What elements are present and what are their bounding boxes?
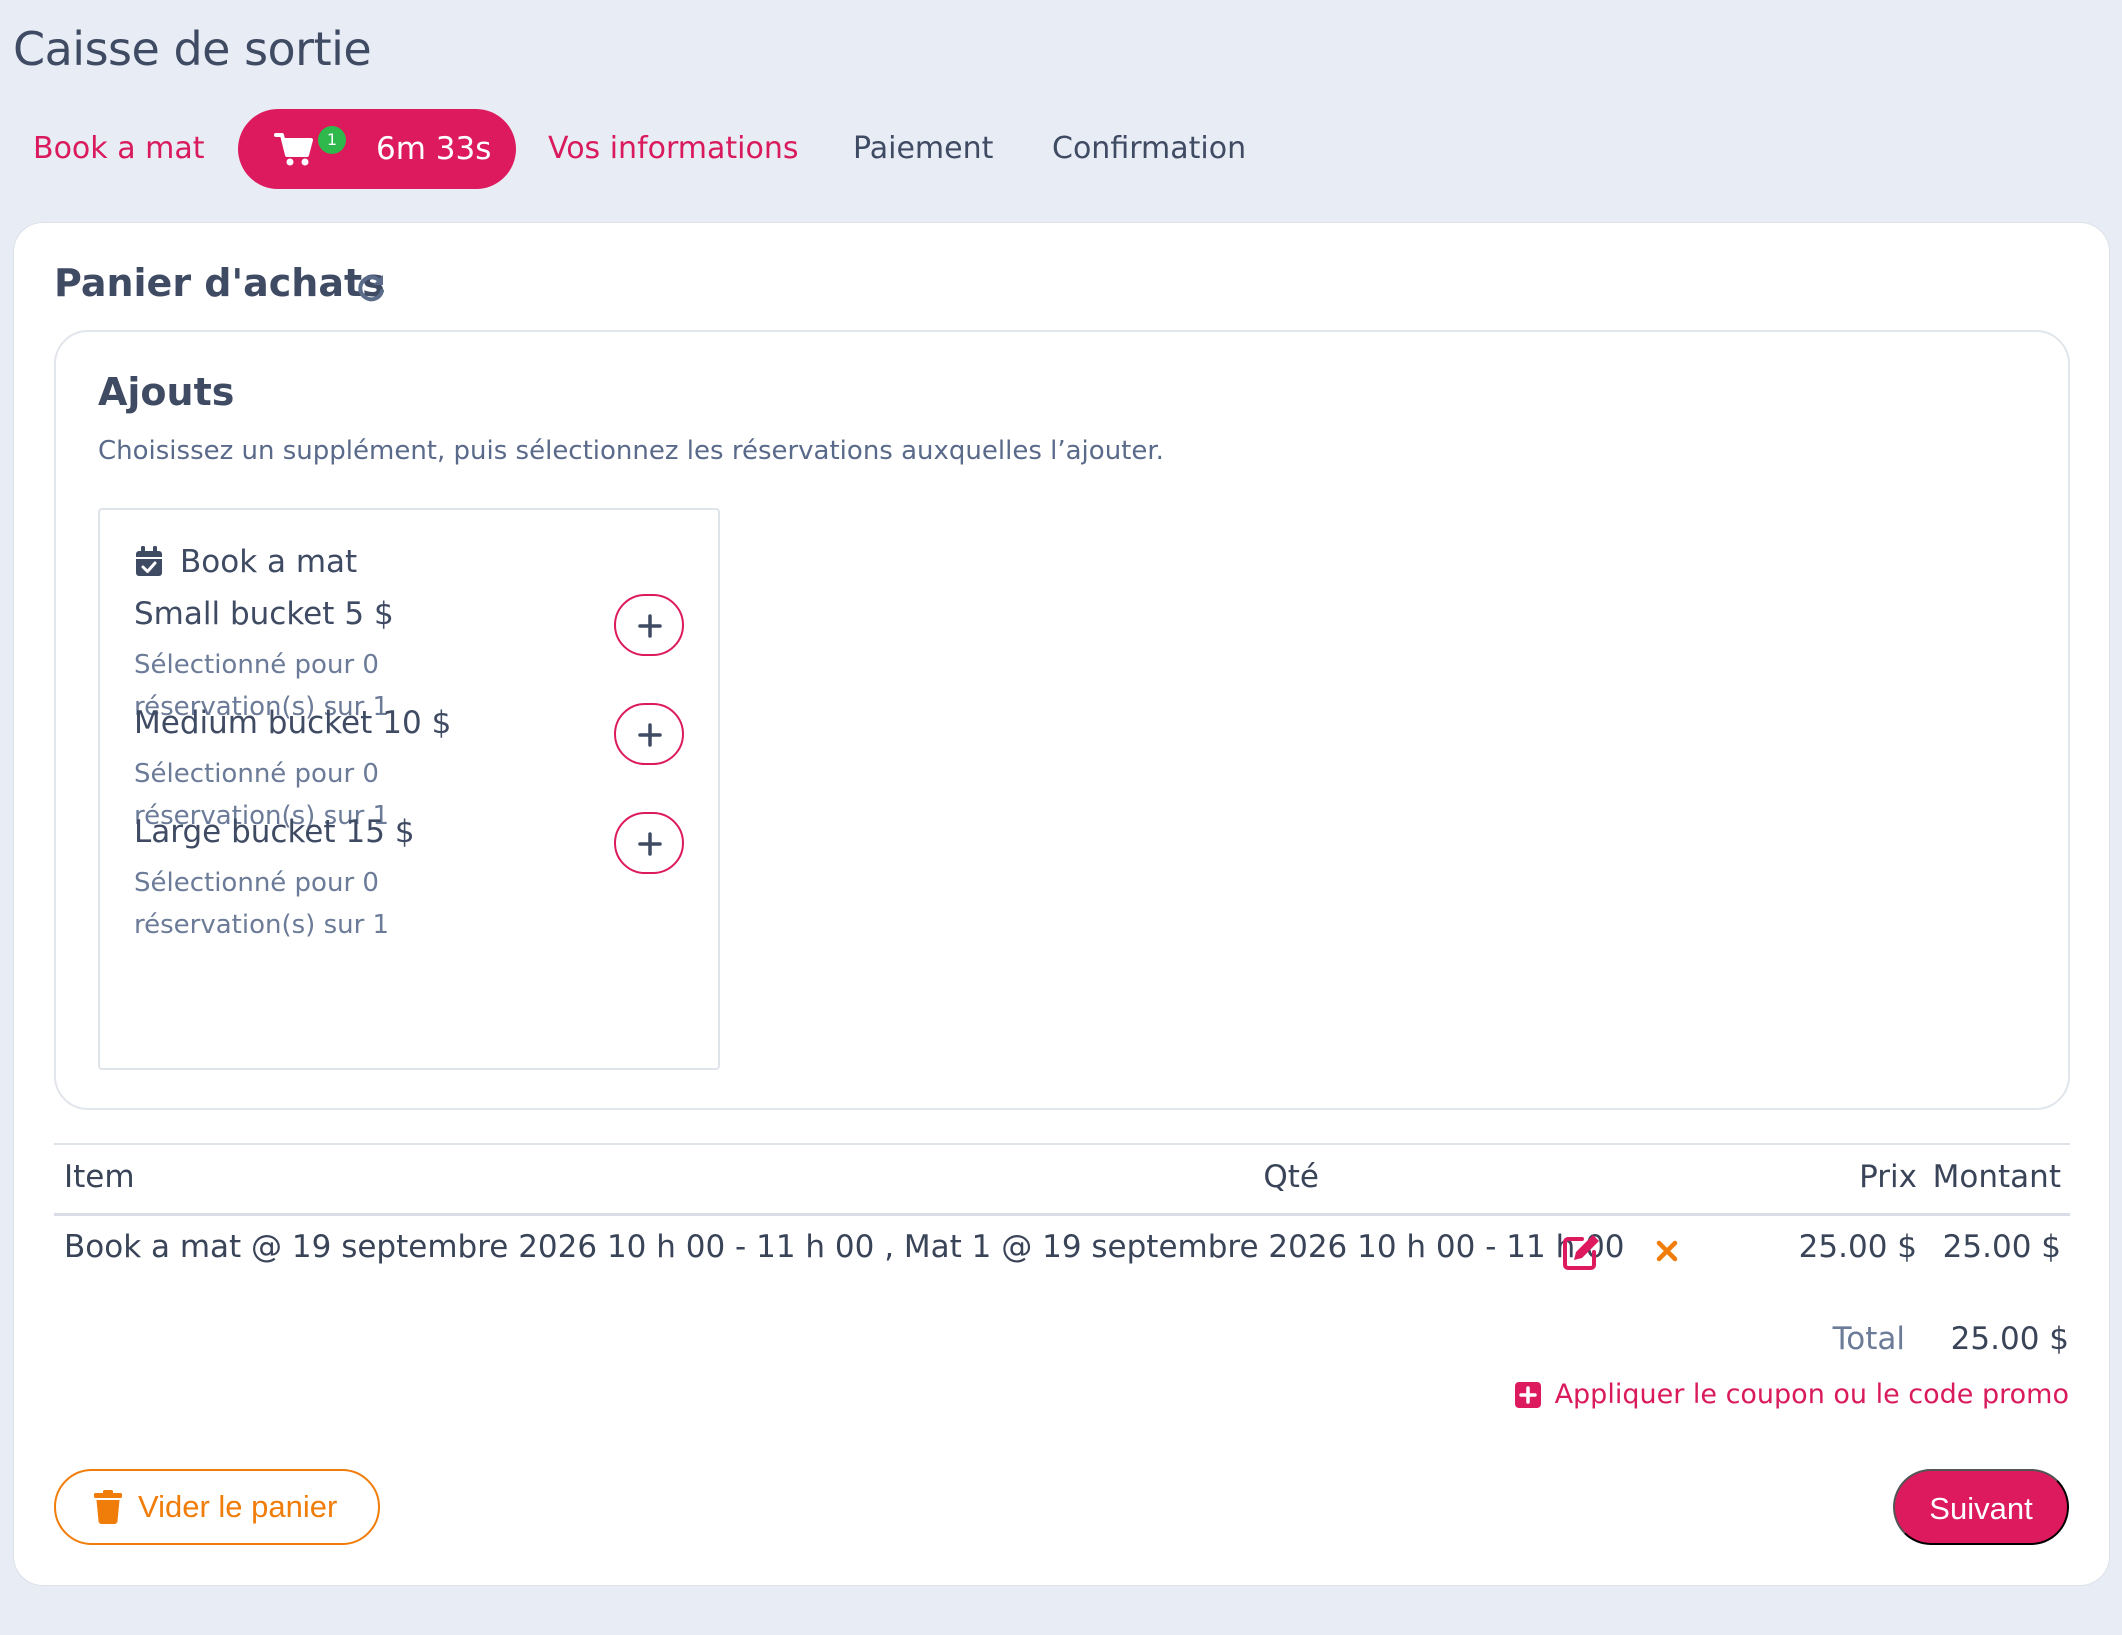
addon-name: Medium bucket 10 $: [134, 705, 451, 741]
plus-icon: [638, 832, 662, 856]
close-icon[interactable]: [1654, 1238, 1680, 1264]
addon-label: Medium bucket: [134, 705, 373, 741]
addon-name: Small bucket 5 $: [134, 596, 394, 632]
clear-cart-label: Vider le panier: [138, 1489, 338, 1524]
next-button[interactable]: Suivant: [1893, 1469, 2069, 1545]
edit-icon[interactable]: [1562, 1233, 1602, 1271]
apply-coupon-label: Appliquer le coupon ou le code promo: [1554, 1379, 2069, 1410]
page-title: Caisse de sortie: [13, 22, 372, 76]
addons-title: Ajouts: [98, 370, 235, 414]
addons-panel: Ajouts Choisissez un supplément, puis sé…: [54, 330, 2070, 1110]
clear-cart-button[interactable]: Vider le panier: [54, 1469, 380, 1545]
cart-timer: 6m 33s: [376, 131, 492, 167]
cart-item-amount: 25.00 $: [1942, 1229, 2061, 1265]
total-label: Total: [1832, 1321, 1905, 1357]
addon-selection-status: Sélectionné pour 0 réservation(s) sur 1: [134, 868, 390, 940]
addon-product-name: Book a mat: [180, 544, 358, 580]
cart-count-badge: 1: [318, 126, 346, 154]
addons-hint: Choisissez un supplément, puis sélection…: [98, 436, 1164, 466]
plus-square-icon: [1514, 1381, 1541, 1408]
step-book-a-mat[interactable]: Book a mat: [33, 109, 205, 189]
add-small-bucket-button[interactable]: [614, 594, 684, 656]
step-vos-informations[interactable]: Vos informations: [548, 109, 799, 189]
table-header-divider: [54, 1213, 2070, 1216]
addon-price: 15 $: [345, 814, 415, 850]
refresh-icon[interactable]: [354, 271, 388, 305]
table-top-divider: [54, 1143, 2070, 1145]
shopping-cart-icon: [274, 133, 313, 166]
addon-price: 10 $: [382, 705, 452, 741]
calendar-check-icon: [136, 546, 162, 576]
cart-title: Panier d'achats: [54, 261, 385, 305]
addon-price: 5 $: [344, 596, 394, 632]
add-large-bucket-button[interactable]: [614, 812, 684, 874]
step-paiement: Paiement: [853, 131, 994, 166]
addon-name: Large bucket 15 $: [134, 814, 415, 850]
column-header-amount: Montant: [1932, 1159, 2061, 1195]
column-header-item: Item: [64, 1159, 135, 1195]
plus-icon: [638, 614, 662, 638]
addon-label: Large bucket: [134, 814, 336, 850]
addon-product-box: Book a mat Small bucket 5 $ Sélectionné p…: [98, 508, 720, 1070]
addon-label: Small bucket: [134, 596, 335, 632]
step-cart-timer[interactable]: 1 6m 33s: [238, 109, 516, 189]
apply-coupon-link[interactable]: Appliquer le coupon ou le code promo: [1514, 1379, 2069, 1415]
cart-item-description: Book a mat @ 19 septembre 2026 10 h 00 -…: [64, 1229, 1625, 1265]
cart-item-price: 25.00 $: [1798, 1229, 1917, 1265]
addon-item-large-bucket: Large bucket 15 $ Sélectionné pour 0 rése…: [134, 812, 694, 954]
trash-icon: [94, 1490, 122, 1524]
column-header-qty: Qté: [1263, 1159, 1319, 1195]
step-confirmation: Confirmation: [1052, 131, 1247, 166]
total-value: 25.00 $: [1950, 1321, 2069, 1357]
cart-card: Panier d'achats Ajouts Choisissez un sup…: [13, 222, 2110, 1586]
column-header-price: Prix: [1859, 1159, 1917, 1195]
checkout-steps: Book a mat 1 6m 33s Vos informations Pai…: [0, 109, 1400, 189]
plus-icon: [638, 723, 662, 747]
add-medium-bucket-button[interactable]: [614, 703, 684, 765]
